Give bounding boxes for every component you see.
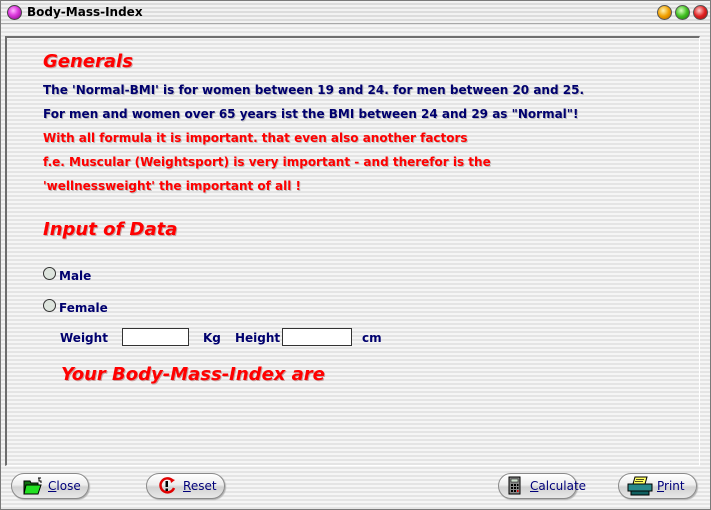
height-input[interactable] [282, 328, 352, 346]
close-button[interactable]: Close [11, 473, 89, 499]
reset-mnemonic: R [183, 479, 191, 493]
title-bar[interactable]: Body-Mass-Index [1, 1, 710, 24]
info-line-3: With all formula it is important. that e… [43, 131, 468, 145]
info-line-4: f.e. Muscular (Weightsport) is very impo… [43, 155, 491, 169]
reset-icon [157, 476, 179, 496]
calculator-icon [504, 476, 526, 496]
reset-button[interactable]: Reset [146, 473, 225, 499]
female-radio[interactable] [43, 299, 56, 312]
maximize-button[interactable] [675, 5, 690, 20]
content-panel [5, 36, 700, 466]
weight-label: Weight [60, 331, 108, 345]
print-mnemonic: P [657, 479, 665, 493]
folder-exit-icon [22, 476, 44, 496]
generals-heading: Generals [43, 51, 133, 72]
weight-input[interactable] [122, 328, 189, 346]
weight-unit: Kg [203, 331, 221, 345]
reset-label: eset [190, 479, 217, 493]
male-label[interactable]: Male [59, 269, 91, 283]
calculate-label: alculate [538, 479, 587, 493]
female-label[interactable]: Female [59, 301, 108, 315]
bmi-result-label: Your Body-Mass-Index are [61, 364, 325, 385]
info-line-1: The 'Normal-BMI' is for women between 19… [43, 83, 584, 97]
calculate-button[interactable]: Calculate [498, 473, 586, 499]
window-title: Body-Mass-Index [27, 5, 143, 19]
printer-icon [627, 476, 653, 496]
height-label: Height [235, 331, 281, 345]
minimize-button[interactable] [657, 5, 672, 20]
info-line-5: 'wellnessweight' the important of all ! [43, 179, 302, 193]
height-unit: cm [362, 331, 382, 345]
app-orb-icon [7, 5, 22, 20]
print-button[interactable]: Print [618, 473, 697, 499]
print-label: rint [664, 479, 685, 493]
bmi-window: Body-Mass-Index Generals The 'Normal-BMI… [0, 0, 711, 510]
input-heading: Input of Data [43, 219, 178, 240]
close-label: lose [56, 479, 81, 493]
close-window-button[interactable] [693, 5, 708, 20]
info-line-2: For men and women over 65 years ist the … [43, 107, 579, 121]
male-radio[interactable] [43, 267, 56, 280]
